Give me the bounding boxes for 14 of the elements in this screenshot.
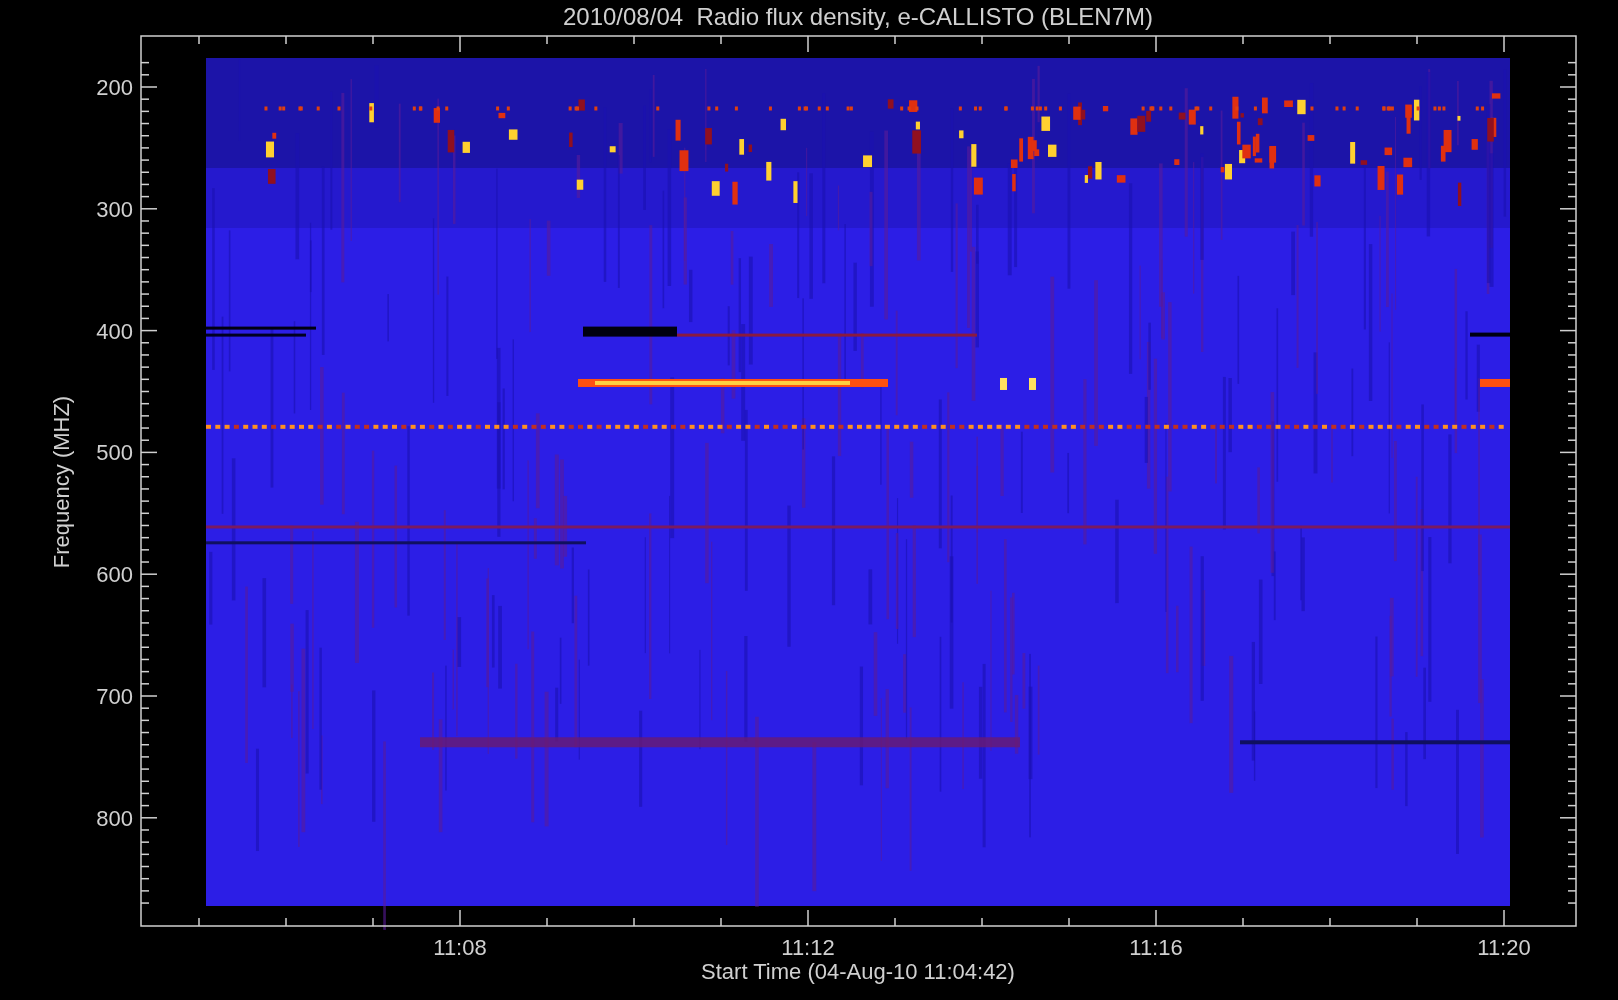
- axis-tick-label: 800: [96, 805, 133, 831]
- axis-tick-label: 11:08: [433, 935, 487, 960]
- axis-tick-label: 11:20: [1477, 935, 1531, 960]
- chart-title: 2010/08/04 Radio flux density, e-CALLISTO (BLEN7M): [562, 3, 1154, 30]
- axis-tick-label: 200: [96, 75, 133, 100]
- axis-tick-label: 400: [96, 318, 133, 344]
- axis-tick-label: 300: [96, 196, 133, 222]
- axis-tick-label: 600: [96, 562, 133, 588]
- axis-tick-label: 700: [96, 684, 133, 709]
- axis-title: Start Time (04-Aug-10 11:04:42): [701, 959, 1015, 984]
- axis-tick-label: 11:12: [781, 935, 835, 960]
- axis-title: Frequency (MHZ): [49, 395, 74, 569]
- axis-tick-label: 500: [96, 440, 133, 466]
- axis-tick-label: 11:16: [1129, 935, 1183, 960]
